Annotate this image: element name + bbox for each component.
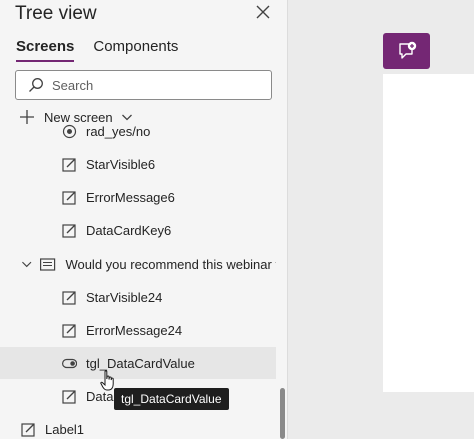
search-box[interactable] (15, 70, 272, 100)
tree-item[interactable]: DataCardKey6 (0, 214, 276, 246)
comment-button[interactable] (383, 33, 430, 69)
tooltip: tgl_DataCardValue (114, 388, 229, 410)
card-icon (40, 257, 56, 271)
edit-icon (62, 223, 76, 238)
tree-item-label: StarVisible6 (86, 156, 156, 172)
edit-icon (62, 190, 76, 205)
scrollbar-thumb[interactable] (280, 388, 285, 439)
tree-item[interactable]: Label1 (0, 413, 276, 439)
tree-item-hovered[interactable]: tgl_DataCardValue (0, 347, 276, 379)
tree-item-label: ErrorMessage24 (86, 322, 183, 338)
chevron-down-icon (121, 114, 132, 121)
tree-item-label: DataCardKey6 (86, 222, 172, 238)
tree-item-datacard[interactable]: Would you recommend this webinar to (0, 248, 276, 280)
tree-item[interactable]: ErrorMessage24 (0, 314, 276, 346)
tree-item-label: Label1 (45, 421, 85, 437)
panel-title: Tree view (15, 3, 97, 24)
tree-item[interactable]: StarVisible6 (0, 148, 276, 180)
toggle-icon (62, 358, 77, 368)
add-comment-icon (398, 41, 416, 59)
tree-item-label: StarVisible24 (86, 289, 163, 305)
tab-components[interactable]: Components (93, 38, 178, 61)
chevron-down-icon[interactable] (21, 258, 32, 270)
edit-icon (62, 323, 76, 338)
tree-item-label: ErrorMessage6 (86, 189, 175, 205)
tab-bar: Screens Components (16, 38, 178, 62)
edit-icon (62, 290, 76, 305)
tree-item[interactable]: StarVisible24 (0, 281, 276, 313)
radio-icon (62, 124, 77, 138)
search-icon (29, 78, 43, 92)
tree-item-label: tgl_DataCardValue (86, 355, 195, 371)
search-input[interactable] (52, 77, 252, 93)
hand-cursor-icon (100, 370, 114, 391)
tab-screens[interactable]: Screens (16, 38, 75, 62)
close-icon[interactable] (254, 3, 272, 21)
edit-icon (62, 157, 76, 172)
tree-item[interactable]: ErrorMessage6 (0, 181, 276, 213)
new-screen-label: New screen (44, 109, 113, 125)
edit-icon (62, 389, 76, 404)
tree-item[interactable]: rad_yes/no (0, 124, 276, 147)
tree-item-label: rad_yes/no (86, 124, 151, 139)
edit-icon (21, 422, 35, 437)
app-canvas[interactable] (383, 74, 474, 392)
tree-item-label: Would you recommend this webinar to (65, 256, 276, 272)
